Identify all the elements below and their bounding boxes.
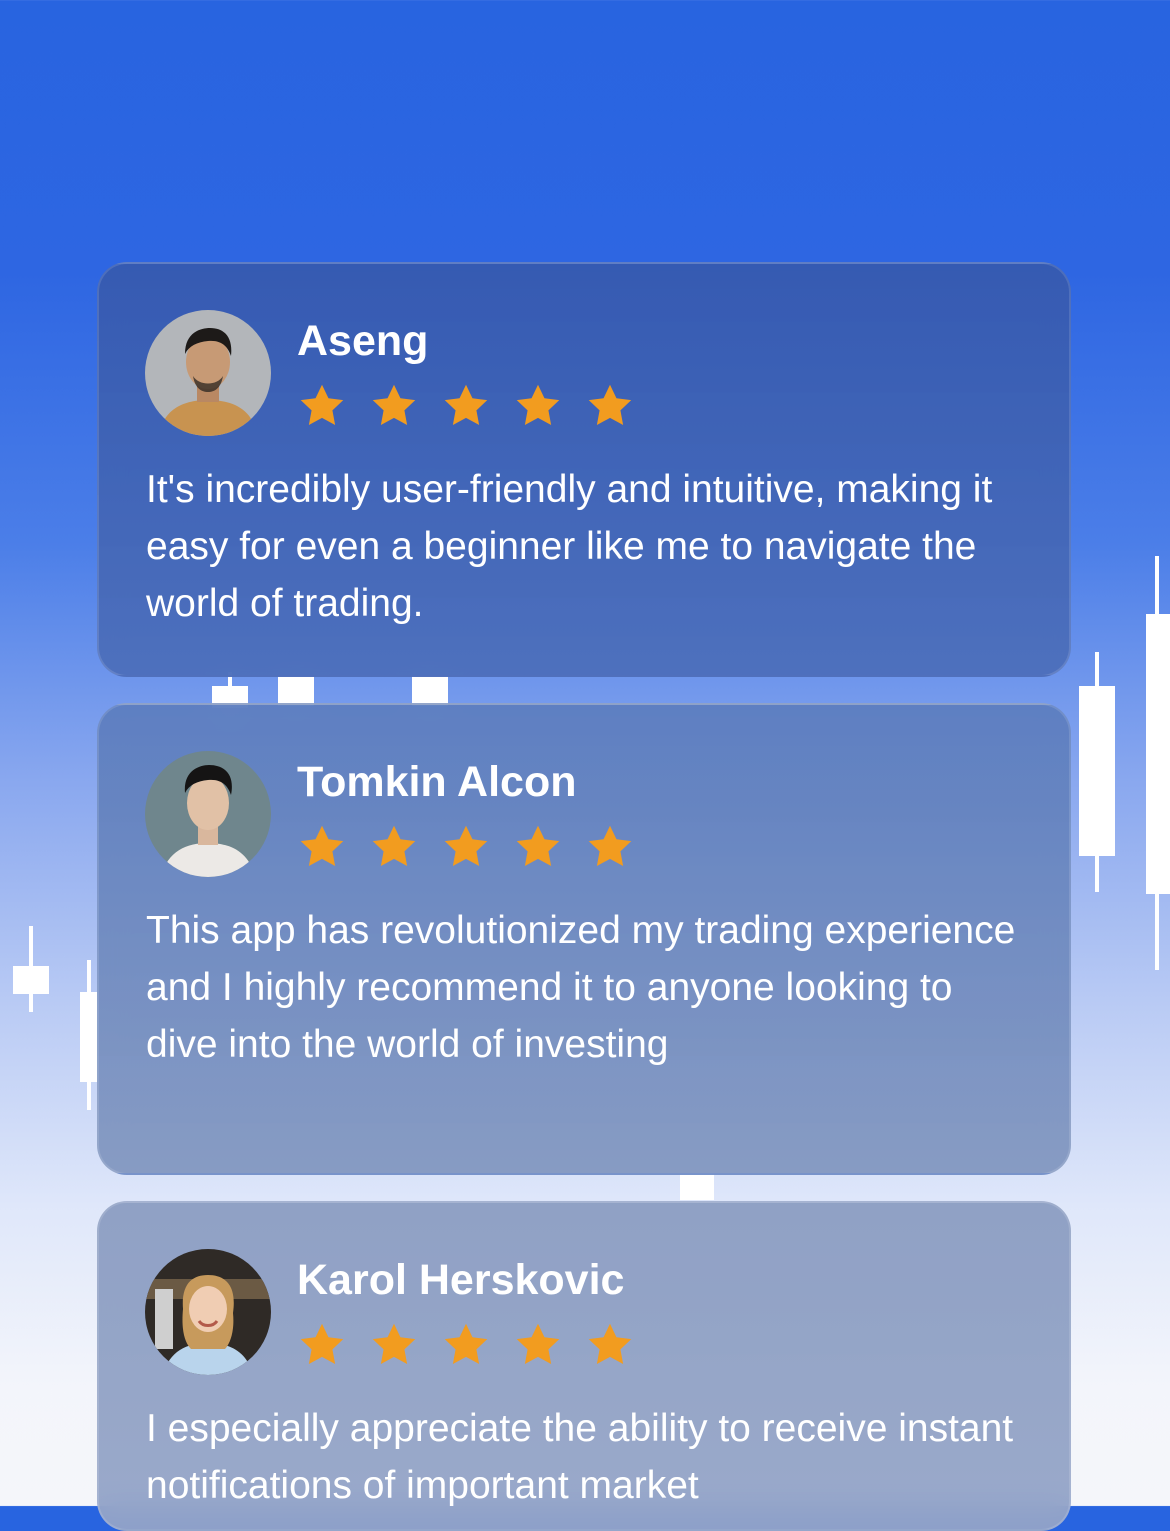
star-rating <box>297 822 635 874</box>
reviewer-name: Karol Herskovic <box>297 1256 625 1304</box>
avatar <box>145 1249 271 1375</box>
star-icon <box>585 822 635 872</box>
star-icon <box>297 822 347 872</box>
candlestick-decoration <box>412 676 448 706</box>
star-icon <box>513 1320 563 1370</box>
avatar <box>145 310 271 436</box>
candlestick-decoration <box>1079 652 1115 892</box>
candlestick-decoration <box>80 960 98 1110</box>
candlestick-decoration <box>13 926 49 1012</box>
candlestick-decoration <box>1146 556 1170 970</box>
star-icon <box>369 1320 419 1370</box>
star-rating <box>297 381 635 433</box>
review-text: This app has revolutionized my trading e… <box>146 909 1016 1066</box>
review-card: Karol Herskovic I especially appreciate … <box>97 1201 1071 1531</box>
review-card: Tomkin Alcon This app has revolutionized… <box>97 703 1071 1175</box>
review-text: It's incredibly user-friendly and intuit… <box>146 468 993 625</box>
star-icon <box>441 822 491 872</box>
review-text: I especially appreciate the ability to r… <box>146 1407 1014 1507</box>
star-icon <box>585 1320 635 1370</box>
review-card: Aseng It's incredibly user-friendly and … <box>97 262 1071 677</box>
star-icon <box>513 381 563 431</box>
star-icon <box>585 381 635 431</box>
candlestick-decoration <box>680 1174 714 1200</box>
star-icon <box>369 381 419 431</box>
star-icon <box>369 822 419 872</box>
star-icon <box>297 381 347 431</box>
star-icon <box>441 381 491 431</box>
star-icon <box>441 1320 491 1370</box>
candlestick-decoration <box>278 676 314 706</box>
star-rating <box>297 1320 635 1372</box>
avatar <box>145 751 271 877</box>
star-icon <box>513 822 563 872</box>
reviewer-name: Tomkin Alcon <box>297 758 577 806</box>
star-icon <box>297 1320 347 1370</box>
reviewer-name: Aseng <box>297 317 429 365</box>
